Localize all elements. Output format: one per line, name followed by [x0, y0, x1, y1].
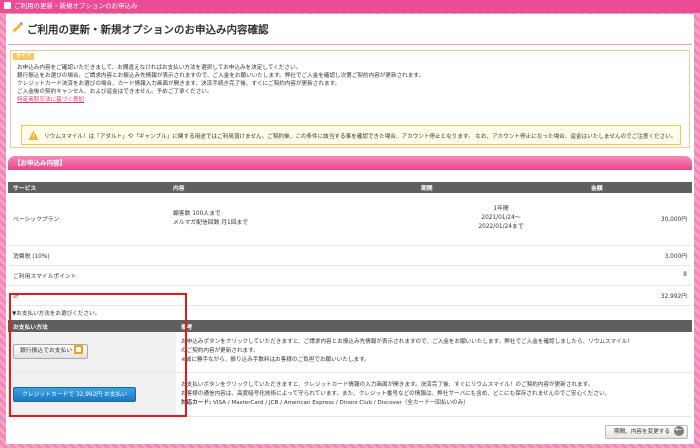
warning-text: リウムスマイル！は「アダルト」や「ギャンブル」に関する用途ではご利用頂けません。… [44, 134, 677, 140]
guide-tag: ガイド [13, 53, 35, 60]
service-name: ベーシックプラン [8, 193, 168, 246]
window-icon [4, 2, 11, 9]
payment-method-highlight [9, 293, 187, 417]
col-notes: 備考 [176, 320, 692, 332]
order-table: サービス 内容 期間 金額 ベーシックプラン 顧客数 100人まで メルマガ配信… [8, 182, 692, 306]
window-title: ご利用の更新・新規オプションのお申込み [14, 2, 138, 10]
service-amount: 30,000円 [586, 193, 692, 246]
supported-cards: 対応カード: VISA / MasterCard / JCB / America… [181, 399, 469, 406]
bank-notes: お申込みボタンをクリックしていただきますと、ご請求内容とお振込み先情報が表示され… [176, 332, 692, 373]
order-table-header: サービス 内容 期間 金額 [8, 182, 692, 193]
window-titlebar: ご利用の更新・新規オプションのお申込み [0, 0, 700, 13]
col-content: 内容 [168, 182, 416, 193]
guide-box: ガイド お申込み内容をご確認いただきまして、お間違えなければお支払い方法を選択し… [10, 50, 690, 148]
order-section-header: 【お申込み内容】 [8, 156, 692, 170]
service-period: 1年間 2021/01/24～ 2022/01/24まで [416, 193, 586, 246]
page-title: ご利用の更新・新規オプションのお申込み内容確認 [10, 20, 269, 40]
warning-box: リウムスマイル！は「アダルト」や「ギャンブル」に関する用途ではご利用頂けません。… [21, 125, 681, 145]
guide-line-4: ご入金後の契約キャンセル、および返金はできません。予めご了承ください。 [17, 89, 213, 95]
back-arrow-icon [674, 425, 684, 436]
guide-line-2: 銀行振込をお選びの場合、ご請求内容とお振込み先情報が表示されますので、ご入金をお… [17, 73, 425, 79]
commerce-law-link[interactable]: 特定商取引法に基づく表記 [17, 97, 84, 103]
title-divider [8, 44, 692, 45]
card-notes: お支払いボタンをクリックしていただきますと、クレジットカード情報の入力画面が開き… [176, 372, 692, 417]
guide-line-3: クレジットカード決済をお選びの場合、カード情報入力画面が開きます。決済手続き完了… [17, 81, 341, 87]
total-amount: 32,992円 [586, 285, 692, 306]
col-amount: 金額 [586, 182, 692, 193]
col-service: サービス [8, 182, 168, 193]
table-row: 消費税 (10%) 3,000円 [8, 245, 692, 266]
warning-icon [28, 130, 39, 140]
service-content: 顧客数 100人まで メルマガ配信回数 月1回まで [168, 193, 416, 246]
guide-line-1: お申込み内容をご確認いただきまして、お間違えなければお支払い方法を選択してお申込… [17, 65, 302, 71]
points-label: ご利用スマイルポイント [8, 265, 168, 286]
main-panel: ご利用の更新・新規オプションのお申込み内容確認 ガイド お申込み内容をご確認いた… [6, 14, 694, 444]
pencil-icon [12, 22, 23, 33]
change-order-button[interactable]: 期間、内容を変更する [605, 425, 688, 439]
tax-label: 消費税 (10%) [8, 245, 168, 266]
table-row: ご利用スマイルポイント 8 [8, 265, 692, 286]
table-row: ベーシックプラン 顧客数 100人まで メルマガ配信回数 月1回まで 1年間 2… [8, 193, 692, 246]
points-amount: 8 [586, 265, 692, 286]
tax-amount: 3,000円 [586, 245, 692, 266]
col-period: 期間 [416, 182, 586, 193]
